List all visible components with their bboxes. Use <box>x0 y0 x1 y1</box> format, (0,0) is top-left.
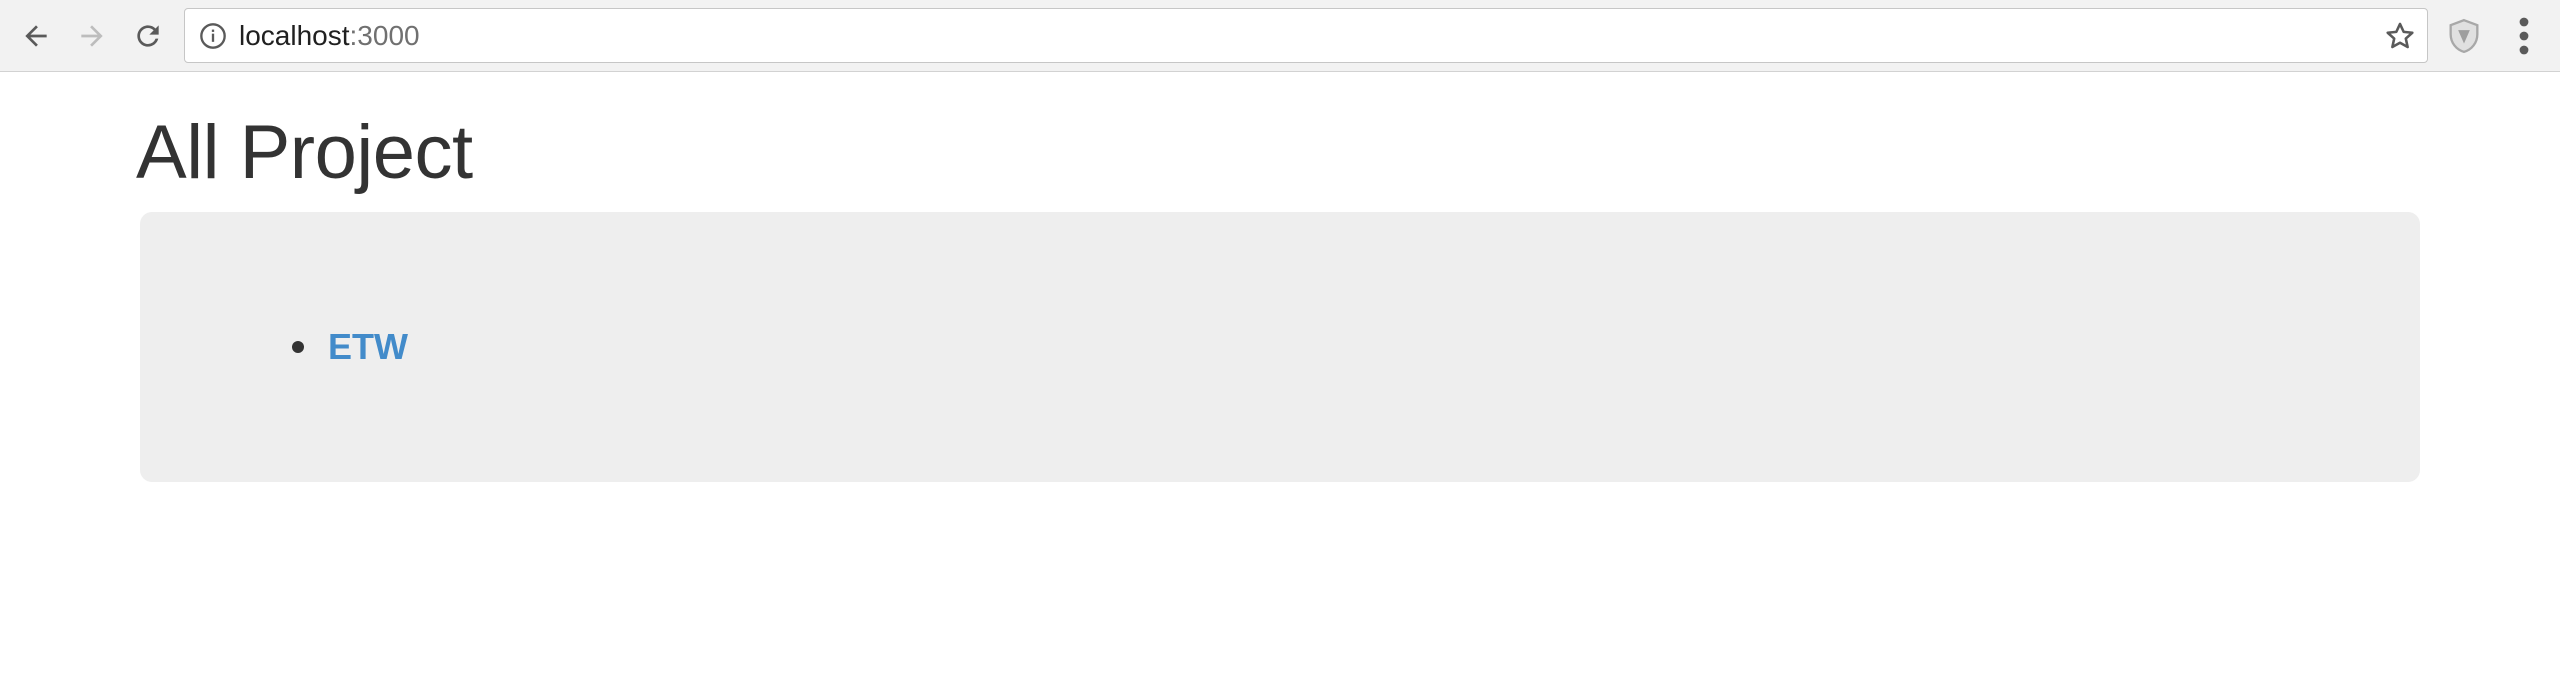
url-port: :3000 <box>349 20 420 51</box>
info-icon[interactable] <box>199 22 227 50</box>
page-title: All Project <box>136 110 473 195</box>
bullet-icon <box>292 341 304 353</box>
kebab-menu-icon[interactable] <box>2504 14 2544 58</box>
list-item: ETW <box>292 322 408 372</box>
reload-button[interactable] <box>126 12 170 60</box>
address-bar[interactable]: localhost:3000 <box>184 8 2428 63</box>
project-list: ETW <box>292 322 408 372</box>
back-button[interactable] <box>14 12 58 60</box>
star-icon[interactable] <box>2383 19 2417 53</box>
project-panel: ETW <box>140 212 2420 482</box>
url-host: localhost <box>239 20 350 51</box>
project-link[interactable]: ETW <box>328 322 408 372</box>
reload-icon <box>137 25 159 47</box>
forward-button[interactable] <box>70 12 114 60</box>
url-text[interactable]: localhost:3000 <box>239 9 420 62</box>
shield-icon[interactable] <box>2444 16 2484 56</box>
arrow-right-icon <box>81 25 103 47</box>
browser-toolbar: localhost:3000 <box>0 0 2560 72</box>
arrow-left-icon <box>25 25 47 47</box>
